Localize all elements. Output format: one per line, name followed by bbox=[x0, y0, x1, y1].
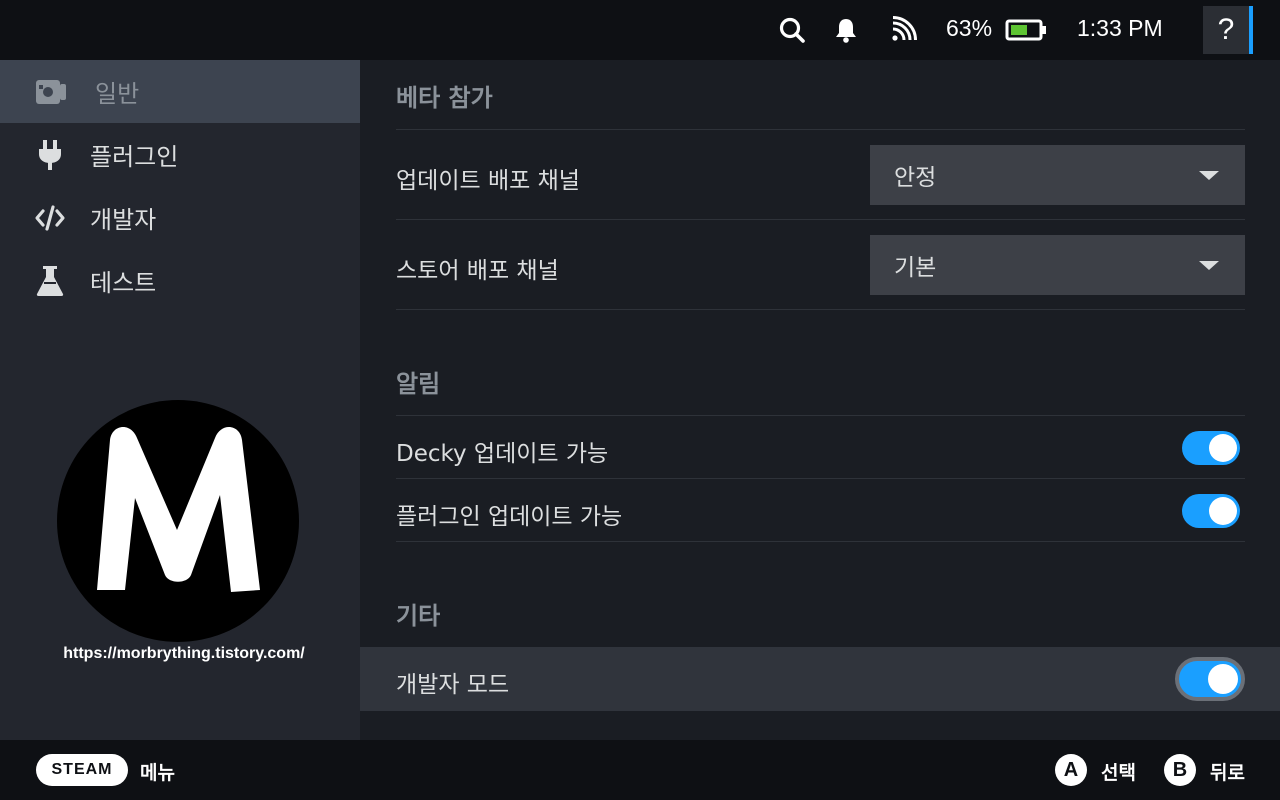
divider bbox=[396, 129, 1245, 130]
sidebar-item-general[interactable]: 일반 bbox=[0, 60, 360, 123]
plugin-update-toggle[interactable] bbox=[1182, 494, 1240, 528]
dev-mode-label: 개발자 모드 bbox=[396, 672, 510, 698]
chevron-down-icon bbox=[1199, 171, 1219, 180]
toggle-knob bbox=[1209, 497, 1237, 525]
divider bbox=[396, 219, 1245, 220]
steam-button[interactable]: STEAM bbox=[36, 754, 128, 786]
back-label: 뒤로 bbox=[1210, 762, 1245, 784]
settings-panel: 베타 참가 업데이트 배포 채널 안정 스토어 배포 채널 기본 알림 Deck… bbox=[360, 60, 1280, 740]
sidebar-item-label: 플러그인 bbox=[90, 143, 179, 171]
sidebar: 일반 플러그인 개발자 테스트 https://morbrything.tist… bbox=[0, 60, 360, 740]
section-title-notifications: 알림 bbox=[396, 370, 441, 398]
toggle-knob bbox=[1208, 664, 1238, 694]
dev-mode-toggle[interactable] bbox=[1175, 657, 1245, 701]
divider bbox=[396, 309, 1245, 310]
update-channel-label: 업데이트 배포 채널 bbox=[396, 168, 580, 194]
divider bbox=[396, 415, 1245, 416]
section-title-beta: 베타 참가 bbox=[396, 84, 493, 112]
sidebar-item-developer[interactable]: 개발자 bbox=[0, 186, 360, 249]
dropdown-value: 기본 bbox=[894, 255, 937, 281]
sidebar-item-test[interactable]: 테스트 bbox=[0, 249, 360, 312]
store-channel-label: 스토어 배포 채널 bbox=[396, 258, 559, 284]
store-channel-dropdown[interactable]: 기본 bbox=[870, 235, 1245, 295]
a-button-icon[interactable]: A bbox=[1055, 754, 1087, 786]
search-icon[interactable] bbox=[776, 14, 808, 46]
select-label: 선택 bbox=[1101, 762, 1136, 784]
decky-update-toggle[interactable] bbox=[1182, 431, 1240, 465]
plugin-update-label: 플러그인 업데이트 가능 bbox=[396, 504, 623, 530]
blog-logo bbox=[55, 400, 301, 642]
status-bar: 63% 1:33 PM ? bbox=[0, 0, 1280, 60]
sidebar-item-label: 개발자 bbox=[90, 206, 157, 234]
menu-label: 메뉴 bbox=[140, 762, 175, 784]
update-channel-dropdown[interactable]: 안정 bbox=[870, 145, 1245, 205]
plug-icon bbox=[33, 138, 67, 172]
section-title-other: 기타 bbox=[396, 602, 441, 630]
b-button-icon[interactable]: B bbox=[1164, 754, 1196, 786]
sidebar-item-label: 테스트 bbox=[90, 269, 157, 297]
dropdown-value: 안정 bbox=[894, 165, 937, 191]
battery-icon bbox=[1005, 14, 1047, 46]
bottom-bar: STEAM 메뉴 A 선택 B 뒤로 bbox=[0, 740, 1280, 800]
chevron-down-icon bbox=[1199, 261, 1219, 270]
wifi-icon[interactable] bbox=[887, 14, 919, 46]
code-icon bbox=[33, 201, 67, 235]
divider bbox=[396, 541, 1245, 542]
sidebar-item-label: 일반 bbox=[95, 80, 140, 108]
decky-update-label: Decky 업데이트 가능 bbox=[396, 441, 609, 467]
toggle-knob bbox=[1209, 434, 1237, 462]
blog-url[interactable]: https://morbrything.tistory.com/ bbox=[0, 645, 368, 663]
divider bbox=[396, 478, 1245, 479]
general-icon bbox=[34, 75, 68, 109]
flask-icon bbox=[33, 264, 67, 298]
battery-percent: 63% bbox=[946, 15, 993, 41]
clock: 1:33 PM bbox=[1077, 15, 1163, 41]
sidebar-item-plugins[interactable]: 플러그인 bbox=[0, 123, 360, 186]
bell-icon[interactable] bbox=[830, 14, 862, 46]
help-button[interactable]: ? bbox=[1203, 6, 1253, 54]
